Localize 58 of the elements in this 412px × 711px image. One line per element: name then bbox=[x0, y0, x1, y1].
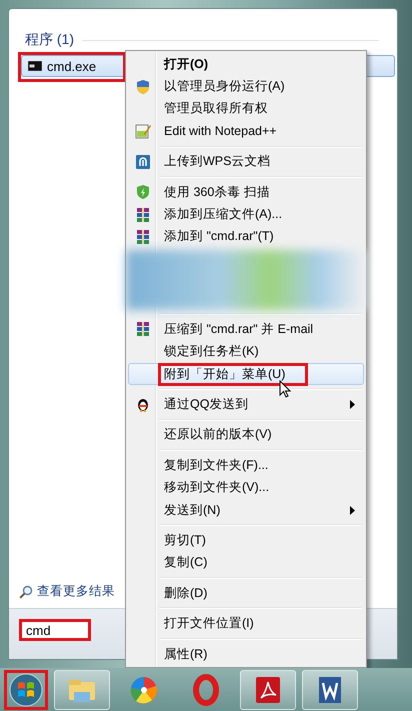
menu-label: 添加到压缩文件(A)... bbox=[163, 206, 284, 224]
menu-item[interactable]: 锁定到任务栏(K) bbox=[128, 340, 364, 363]
menu-label: 以管理员身份运行(A) bbox=[163, 78, 286, 96]
menu-item[interactable]: 添加到 "cmd.rar"(T) bbox=[128, 226, 364, 248]
see-more-results-link[interactable]: 查看更多结果 bbox=[37, 583, 115, 600]
search-field[interactable]: cmd bbox=[19, 619, 91, 641]
start-button[interactable] bbox=[4, 670, 48, 710]
console-icon bbox=[28, 61, 42, 71]
menu-item[interactable]: Edit with Notepad++ bbox=[128, 120, 364, 143]
menu-label: 发送到(N) bbox=[163, 502, 222, 519]
shield-icon bbox=[134, 78, 150, 95]
menu-item[interactable]: 以管理员身份运行(A) bbox=[128, 75, 364, 98]
menu-item[interactable]: 使用 360杀毒 扫描 bbox=[128, 180, 364, 204]
section-title: 程序 (1) bbox=[25, 31, 74, 49]
menu-item[interactable]: 压缩到 "cmd.rar" 并 E-mail bbox=[128, 318, 364, 341]
archive-icon bbox=[134, 228, 150, 245]
search-icon bbox=[19, 584, 33, 598]
notepad-icon bbox=[134, 123, 150, 140]
menu-item[interactable]: 删除(D) bbox=[128, 582, 364, 604]
menu-item[interactable]: 通过QQ发送到 bbox=[128, 393, 364, 416]
cloud-upload-icon bbox=[134, 154, 150, 170]
menu-label: 通过QQ发送到 bbox=[163, 396, 250, 413]
menu-item[interactable]: 还原以前的版本(V) bbox=[128, 424, 364, 446]
menu-item[interactable]: 管理员取得所有权 bbox=[128, 98, 364, 120]
menu-label: 管理员取得所有权 bbox=[163, 100, 269, 118]
menu-label: 复制到文件夹(F)... bbox=[163, 456, 270, 474]
menu-label: 复制(C) bbox=[163, 554, 208, 572]
taskbar-button[interactable] bbox=[302, 670, 358, 710]
archive-icon bbox=[134, 206, 150, 223]
menu-label: 上传到WPS云文档 bbox=[163, 153, 272, 170]
result-label: cmd.exe bbox=[47, 58, 96, 74]
menu-item[interactable]: 上传到WPS云文档 bbox=[128, 150, 364, 173]
menu-label: 剪切(T) bbox=[163, 532, 207, 549]
menu-label: 打开文件位置(I) bbox=[163, 615, 255, 632]
menu-label: 压缩到 "cmd.rar" 并 E-mail bbox=[163, 320, 314, 338]
shield-icon bbox=[134, 184, 150, 200]
menu-item[interactable]: 剪切(T) bbox=[128, 529, 364, 552]
menu-label: 移动到文件夹(V)... bbox=[163, 479, 270, 496]
menu-item[interactable]: 属性(R) bbox=[128, 642, 364, 666]
menu-label: Edit with Notepad++ bbox=[163, 124, 278, 138]
menu-label: 删除(D) bbox=[163, 584, 208, 602]
ring-icon bbox=[190, 674, 222, 706]
menu-item[interactable]: 复制到文件夹(F)... bbox=[128, 454, 364, 476]
taskbar-button[interactable] bbox=[240, 670, 296, 710]
menu-label: 属性(R) bbox=[163, 646, 208, 662]
menu-label: 使用 360杀毒 扫描 bbox=[163, 184, 271, 201]
menu-item[interactable]: 打开(O) bbox=[128, 53, 364, 76]
menu-label: 添加到 "cmd.rar"(T) bbox=[163, 228, 275, 246]
menu-item[interactable]: 发送到(N) bbox=[128, 498, 364, 522]
menu-item[interactable]: 打开文件位置(I) bbox=[128, 612, 364, 635]
menu-item[interactable]: 复制(C) bbox=[128, 552, 364, 574]
menu-label: 锁定到任务栏(K) bbox=[163, 343, 260, 360]
highlighted-menu-label: 附到「开始」菜单(U) bbox=[158, 362, 308, 386]
menu-item[interactable]: 添加到压缩文件(A)... bbox=[128, 203, 364, 226]
archive-icon bbox=[134, 321, 150, 338]
menu-item[interactable]: 移动到文件夹(V)... bbox=[128, 476, 364, 499]
menu-label: 还原以前的版本(V) bbox=[163, 426, 273, 444]
menu-label: 打开(O) bbox=[162, 56, 210, 73]
